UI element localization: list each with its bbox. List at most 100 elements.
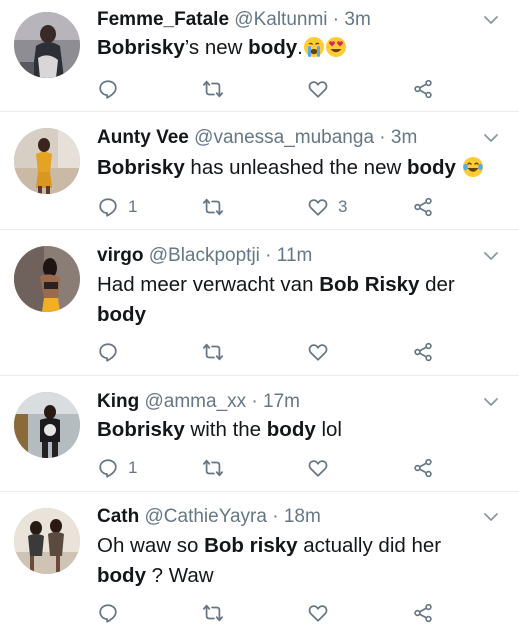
handle[interactable]: @amma_xx	[145, 391, 247, 412]
avatar-photo	[14, 246, 80, 312]
timestamp[interactable]: 11m	[277, 245, 313, 266]
tweet-text: Bobrisky has unleashed the new body	[97, 153, 507, 183]
reply-count: 1	[128, 458, 138, 477]
like-icon	[308, 460, 328, 477]
handle[interactable]: @vanessa_mubanga	[194, 127, 374, 148]
crying-face-emoji-icon	[303, 37, 324, 57]
text-segment: body	[406, 156, 456, 179]
text-segment: body	[97, 564, 146, 587]
display-name[interactable]: Cath	[97, 506, 139, 527]
timestamp[interactable]: 3m	[391, 127, 417, 148]
chevron-down-icon[interactable]	[483, 130, 499, 146]
tweet-actions	[97, 339, 497, 365]
retweet-button[interactable]	[202, 455, 233, 481]
share-icon	[414, 342, 432, 362]
separator: ·	[266, 506, 284, 527]
avatar[interactable]	[14, 246, 80, 312]
like-button[interactable]	[307, 600, 338, 626]
reply-count: 1	[128, 197, 138, 216]
tweet-actions: 1	[97, 455, 497, 481]
tweet[interactable]: Aunty Vee @vanessa_mubanga · 3m Bobrisky…	[0, 112, 519, 230]
tweet-actions	[97, 600, 497, 626]
like-icon	[308, 605, 328, 622]
reply-button[interactable]: 1	[97, 455, 137, 481]
avatar[interactable]	[14, 508, 80, 574]
text-segment: Had meer verwacht van	[97, 273, 320, 296]
retweet-icon	[202, 343, 224, 361]
like-icon	[308, 199, 328, 216]
tweet[interactable]: King @amma_xx · 17m Bobrisky with the bo…	[0, 376, 519, 492]
timestamp[interactable]: 18m	[284, 506, 321, 527]
share-icon	[414, 458, 432, 478]
tweet[interactable]: virgo @Blackpoptji · 11m Had meer verwac…	[0, 230, 519, 376]
handle[interactable]: @CathieYayra	[145, 506, 267, 527]
retweet-button[interactable]	[202, 600, 233, 626]
text-segment: Bobrisky	[97, 156, 185, 179]
like-count: 3	[338, 197, 348, 216]
tweet-text: Had meer verwacht van Bob Risky der body	[97, 270, 482, 330]
reply-button[interactable]: 1	[97, 194, 137, 220]
share-button[interactable]	[412, 76, 434, 102]
like-button[interactable]	[307, 455, 338, 481]
tears-of-joy-face-emoji-icon	[462, 157, 483, 177]
chevron-down-icon[interactable]	[483, 509, 499, 525]
chevron-down-icon[interactable]	[483, 394, 499, 410]
like-button[interactable]	[307, 339, 338, 365]
avatar[interactable]	[14, 392, 80, 458]
text-segment: lol	[315, 418, 342, 441]
text-segment: ? Waw	[145, 564, 214, 587]
timestamp[interactable]: 17m	[263, 391, 300, 412]
separator: ·	[259, 245, 277, 266]
like-icon	[308, 81, 328, 98]
text-segment: body	[97, 303, 146, 326]
text-segment: Oh waw so	[97, 534, 205, 557]
share-icon	[414, 197, 432, 217]
handle[interactable]: @Kaltunmi	[234, 9, 327, 30]
avatar[interactable]	[14, 12, 80, 78]
text-segment: Bobrisky	[97, 418, 185, 441]
display-name[interactable]: King	[97, 391, 139, 412]
avatar-photo	[14, 392, 80, 458]
text-segment: with the	[184, 418, 267, 441]
reply-icon	[99, 80, 117, 99]
reply-button[interactable]	[97, 600, 128, 626]
tweet-actions: 1 3	[97, 194, 497, 220]
reply-icon	[99, 198, 117, 217]
tweet[interactable]: Cath @CathieYayra · 18m Oh waw so Bob ri…	[0, 492, 519, 636]
share-icon	[414, 603, 432, 623]
tweet-text: Bobrisky with the body lol	[97, 415, 497, 445]
text-segment: ’s new	[184, 36, 249, 59]
text-segment: Bob risky	[204, 534, 298, 557]
retweet-button[interactable]	[202, 194, 233, 220]
retweet-button[interactable]	[202, 339, 233, 365]
text-segment: actually did her	[297, 534, 442, 557]
reply-button[interactable]	[97, 339, 128, 365]
tweet[interactable]: Femme_Fatale @Kaltunmi · 3m Bobrisky’s n…	[0, 0, 519, 112]
handle[interactable]: @Blackpoptji	[149, 245, 260, 266]
display-name[interactable]: Femme_Fatale	[97, 9, 229, 30]
retweet-icon	[202, 80, 224, 98]
reply-icon	[99, 459, 117, 478]
avatar-photo	[14, 12, 80, 78]
heart-eyes-face-emoji-icon	[325, 37, 346, 57]
chevron-down-icon[interactable]	[483, 12, 499, 28]
chevron-down-icon[interactable]	[483, 248, 499, 264]
tweet-text: Bobrisky’s new body.	[97, 33, 497, 63]
like-button[interactable]: 3	[307, 194, 347, 220]
share-button[interactable]	[412, 194, 434, 220]
reply-button[interactable]	[97, 76, 128, 102]
retweet-button[interactable]	[202, 76, 233, 102]
share-button[interactable]	[412, 339, 434, 365]
avatar[interactable]	[14, 128, 80, 194]
reply-icon	[99, 343, 117, 362]
retweet-icon	[202, 459, 224, 477]
share-button[interactable]	[412, 600, 434, 626]
separator: ·	[374, 127, 391, 148]
like-icon	[308, 344, 328, 361]
timestamp[interactable]: 3m	[344, 9, 370, 30]
display-name[interactable]: virgo	[97, 245, 143, 266]
display-name[interactable]: Aunty Vee	[97, 127, 189, 148]
separator: ·	[327, 9, 345, 30]
like-button[interactable]	[307, 76, 338, 102]
share-button[interactable]	[412, 455, 434, 481]
